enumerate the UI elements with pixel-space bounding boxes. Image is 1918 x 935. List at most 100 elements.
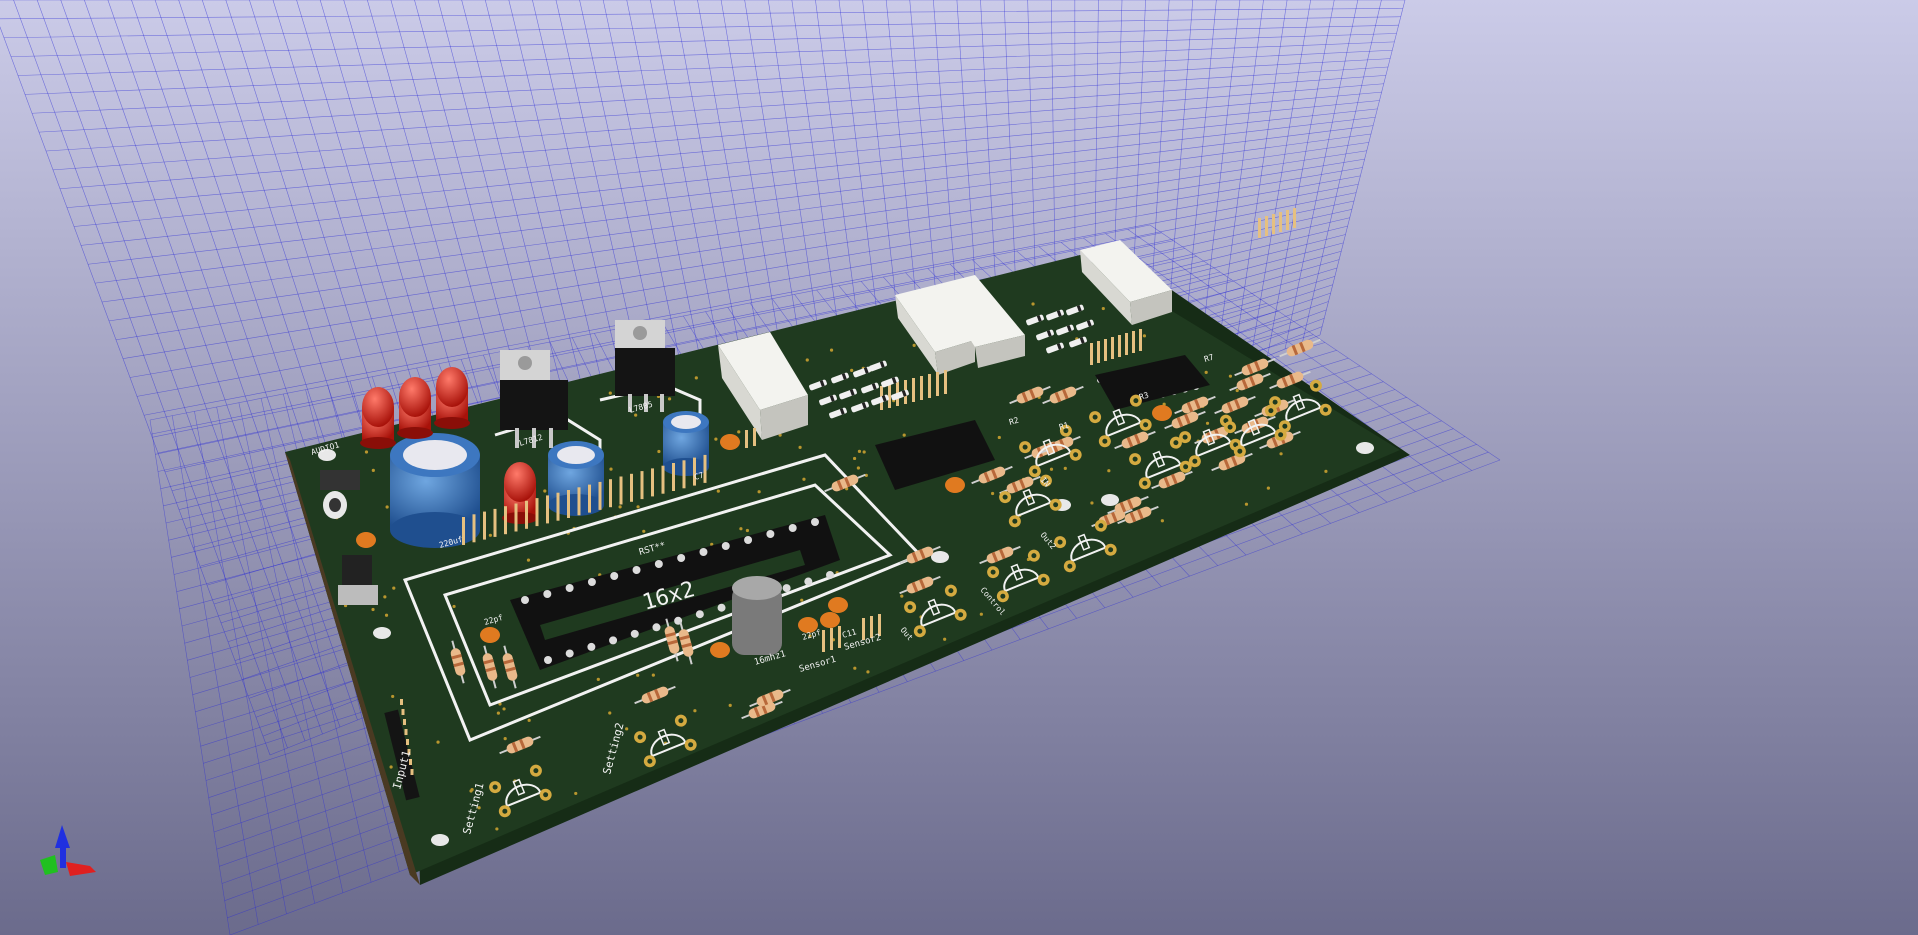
- header-pin: [504, 506, 507, 535]
- via: [364, 450, 369, 454]
- led-base: [397, 427, 433, 439]
- header-pin: [535, 498, 539, 527]
- header-pin: [1097, 341, 1100, 363]
- ceramic-capacitor: [356, 532, 376, 548]
- via: [716, 489, 720, 493]
- capacitor-large[interactable]: [390, 433, 480, 548]
- socket-pin: [543, 590, 552, 598]
- header-pin: [1286, 210, 1289, 230]
- header-pin: [1272, 214, 1275, 234]
- header-pin: [556, 492, 560, 521]
- via: [853, 666, 857, 670]
- header-pin: [410, 769, 414, 775]
- via: [636, 505, 640, 509]
- 3d-viewer-canvas[interactable]: 16x2 RST** 16mhz1 22pf 22pf C11 L7812 L7…: [0, 0, 1918, 935]
- via: [608, 711, 612, 715]
- ceramic-capacitor: [828, 597, 848, 613]
- power-switch[interactable]: [338, 555, 378, 605]
- via: [608, 391, 612, 395]
- via: [694, 376, 698, 380]
- crystal[interactable]: [732, 576, 782, 655]
- connector-body: [320, 470, 360, 490]
- pcb-3d-scene[interactable]: 16x2 RST** 16mhz1 22pf 22pf C11 L7812 L7…: [0, 0, 1918, 935]
- header-pin: [406, 739, 409, 745]
- socket-pin: [782, 584, 791, 593]
- header-pin: [525, 500, 528, 529]
- capacitor-medium-1[interactable]: [548, 441, 604, 516]
- ceramic-capacitor: [480, 627, 500, 643]
- connector-knob-center: [329, 498, 341, 512]
- via: [651, 673, 655, 677]
- via: [371, 468, 375, 472]
- header-pin: [682, 460, 686, 489]
- cap-m1-base: [548, 494, 604, 516]
- switch-base: [338, 585, 378, 605]
- via: [391, 694, 395, 699]
- cap-m2-top: [671, 415, 701, 429]
- header-pin: [400, 699, 403, 705]
- via: [634, 413, 638, 417]
- via: [800, 598, 804, 602]
- socket-pin: [699, 548, 708, 556]
- via: [642, 529, 646, 533]
- via: [1228, 374, 1233, 378]
- via: [757, 490, 761, 494]
- via: [798, 445, 802, 449]
- via: [1205, 421, 1210, 425]
- header-pin: [483, 511, 486, 540]
- via: [436, 740, 440, 744]
- socket-pin: [766, 530, 775, 538]
- mounting-hole: [1101, 494, 1119, 506]
- via: [1107, 469, 1111, 473]
- via: [609, 467, 613, 471]
- reg2-hole: [633, 326, 647, 340]
- via: [1090, 501, 1094, 505]
- header-pin: [928, 374, 931, 398]
- via: [502, 707, 506, 711]
- via: [745, 528, 750, 533]
- via: [574, 791, 578, 796]
- via: [900, 594, 904, 598]
- via: [389, 765, 393, 769]
- header-pin: [830, 628, 833, 650]
- via: [495, 827, 499, 831]
- crystal-top: [732, 576, 782, 600]
- header-pin: [472, 514, 476, 543]
- via: [943, 637, 947, 641]
- header-pin: [403, 719, 406, 725]
- header-pin: [936, 372, 939, 396]
- header-pin: [944, 370, 947, 394]
- via: [856, 466, 860, 470]
- via: [805, 358, 809, 362]
- socket-pin: [677, 554, 686, 562]
- ceramic-capacitor: [945, 477, 965, 493]
- reg2-body: [615, 348, 675, 396]
- mounting-hole: [931, 551, 949, 563]
- via: [1279, 452, 1283, 456]
- header-pin: [1258, 218, 1261, 238]
- reg1-pin: [515, 428, 519, 448]
- header-pin: [588, 484, 591, 513]
- via: [503, 737, 507, 741]
- via: [739, 527, 743, 531]
- via: [385, 505, 389, 509]
- via: [737, 430, 741, 434]
- via: [902, 433, 906, 437]
- header-pin: [1090, 343, 1093, 365]
- capacitor-medium-2[interactable]: [663, 411, 709, 476]
- via: [1031, 302, 1035, 306]
- header-pin: [920, 376, 923, 400]
- mounting-hole: [373, 627, 391, 639]
- socket-pin: [544, 656, 552, 664]
- via: [1160, 519, 1164, 523]
- via: [383, 595, 387, 599]
- ceramic-capacitor: [1152, 405, 1172, 421]
- via: [990, 491, 995, 496]
- header-pin: [630, 473, 633, 502]
- via: [850, 368, 854, 372]
- header-pin: [1118, 335, 1121, 357]
- via: [912, 343, 916, 347]
- z-axis-shaft: [60, 846, 66, 868]
- header-pin: [1279, 212, 1282, 232]
- socket-pin: [565, 584, 574, 592]
